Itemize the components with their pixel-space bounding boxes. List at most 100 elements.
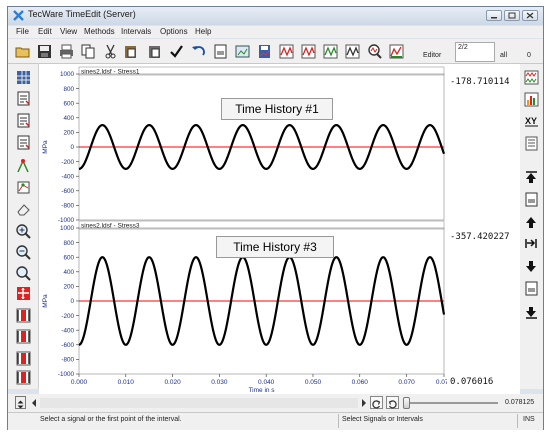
- maximize-button[interactable]: [504, 10, 520, 21]
- goto-icon[interactable]: [523, 235, 540, 252]
- chart-panel: sines2.ldsf - Stress110008006004002000-2…: [42, 66, 446, 224]
- multi-signal-icon[interactable]: [523, 69, 540, 86]
- spin-button[interactable]: [15, 396, 26, 409]
- y-tick-label: 600: [63, 254, 74, 261]
- point-edit-icon[interactable]: [15, 158, 32, 175]
- insert-3-icon[interactable]: [15, 134, 32, 151]
- menu-file[interactable]: File: [16, 27, 29, 36]
- up-icon[interactable]: [523, 214, 540, 231]
- menu-options[interactable]: Options: [160, 27, 188, 36]
- left-toolbar: [8, 64, 39, 389]
- signal-red-icon[interactable]: [278, 43, 295, 60]
- y-tick-label: -400: [61, 327, 74, 334]
- status-ins: INS: [523, 416, 535, 423]
- signal-chart-icon[interactable]: [388, 43, 405, 60]
- y-tick-label: -1000: [58, 217, 75, 224]
- window-title: TecWare TimeEdit (Server): [28, 9, 136, 19]
- paste-icon[interactable]: [122, 43, 139, 60]
- insert-2-icon[interactable]: [15, 112, 32, 129]
- right-toolbar: XY: [520, 64, 543, 389]
- open-icon[interactable]: [14, 43, 31, 60]
- y-tick-label: -200: [61, 313, 74, 320]
- x-tick-label: 0.030: [211, 379, 228, 386]
- value-panel: -178.710114 -357.420227 0.076016: [447, 64, 520, 394]
- eraser-icon[interactable]: [15, 201, 32, 218]
- slider-value: 0.078125: [505, 399, 535, 406]
- x-tick-label: 0.040: [258, 379, 275, 386]
- signal-red-2-icon[interactable]: [300, 43, 317, 60]
- export-icon[interactable]: [234, 43, 251, 60]
- y-tick-label: 0: [70, 144, 74, 151]
- y-tick-label: 1000: [60, 225, 75, 232]
- spectrum-icon[interactable]: [523, 91, 540, 108]
- callout-th1: Time History #1: [221, 98, 333, 120]
- signal-edit-icon[interactable]: [344, 43, 361, 60]
- status-separator: [517, 414, 518, 428]
- app-window: TecWare TimeEdit (Server) File Edit View…: [7, 6, 544, 430]
- undo-icon[interactable]: [190, 43, 207, 60]
- zoom-in-icon[interactable]: [15, 223, 32, 240]
- editor-value: 2/2: [458, 44, 468, 51]
- signal-green-icon[interactable]: [322, 43, 339, 60]
- tool-icon[interactable]: [15, 179, 32, 196]
- move-icon[interactable]: [15, 285, 32, 302]
- rotate-right-button[interactable]: [386, 396, 399, 409]
- app-icon: [13, 10, 24, 21]
- insert-icon[interactable]: [15, 90, 32, 107]
- x-axis-label: Time in s: [248, 387, 275, 394]
- y-tick-label: -1000: [58, 371, 75, 378]
- plot-area[interactable]: sines2.ldsf - Stress1 1000 800 600 400 200 0 -2…: [39, 64, 453, 394]
- cut-icon[interactable]: [102, 43, 119, 60]
- zoom-out-icon[interactable]: [15, 244, 32, 261]
- copy-icon[interactable]: [80, 43, 97, 60]
- menu-methods[interactable]: Methods: [84, 27, 115, 36]
- status-separator: [338, 414, 339, 428]
- plot1-value: -178.710114: [450, 77, 510, 87]
- y-tick-label: 1000: [60, 71, 75, 78]
- cursor-value: 0.076016: [450, 377, 494, 387]
- grid-icon[interactable]: [15, 69, 32, 86]
- print-icon[interactable]: [58, 43, 75, 60]
- y-axis-label: MPa: [42, 140, 49, 154]
- rotate-left-button[interactable]: [370, 396, 383, 409]
- scroll-right-icon[interactable]: [360, 398, 368, 408]
- first-icon[interactable]: [523, 169, 540, 186]
- editor-field[interactable]: 2/2: [455, 42, 495, 62]
- filter-red-icon[interactable]: [15, 307, 32, 324]
- save-icon[interactable]: [36, 43, 53, 60]
- zoom-signal-icon[interactable]: [366, 43, 383, 60]
- menu-edit[interactable]: Edit: [38, 27, 52, 36]
- save-signal-icon[interactable]: [256, 43, 273, 60]
- x-tick-label: 0.050: [305, 379, 322, 386]
- plot2-value: -357.420227: [450, 232, 510, 242]
- paste-special-icon[interactable]: [146, 43, 163, 60]
- menu-view[interactable]: View: [60, 27, 77, 36]
- menu-bar: File Edit View Methods Intervals Options…: [8, 26, 543, 38]
- slider-thumb[interactable]: [403, 397, 410, 409]
- filter-red-2-icon[interactable]: [15, 328, 32, 345]
- zoom-icon[interactable]: [15, 265, 32, 282]
- down-icon[interactable]: [523, 258, 540, 275]
- scroll-left-icon[interactable]: [30, 398, 38, 408]
- filter-red-4-icon[interactable]: [15, 369, 32, 386]
- page-icon[interactable]: [212, 43, 229, 60]
- filter-red-3-icon[interactable]: [15, 350, 32, 367]
- minimize-button[interactable]: [486, 10, 502, 21]
- menu-help[interactable]: Help: [195, 27, 211, 36]
- menu-intervals[interactable]: Intervals: [121, 27, 151, 36]
- y-tick-label: -200: [61, 159, 74, 166]
- status-bar: Select a signal or the first point of th…: [8, 412, 543, 430]
- y-tick-label: -800: [61, 203, 74, 210]
- last-icon[interactable]: [523, 304, 540, 321]
- page-down-icon[interactable]: [523, 280, 540, 297]
- all-label: all: [500, 52, 508, 59]
- check-icon[interactable]: [168, 43, 185, 60]
- page-up-icon[interactable]: [523, 191, 540, 208]
- y-tick-label: 200: [63, 130, 74, 137]
- position-slider[interactable]: [403, 397, 498, 409]
- horizontal-scrollbar[interactable]: [40, 398, 358, 408]
- list-icon[interactable]: [523, 135, 540, 152]
- y-axis-label: MPa: [42, 294, 49, 308]
- xy-icon[interactable]: XY: [523, 112, 540, 129]
- close-button[interactable]: [522, 10, 538, 21]
